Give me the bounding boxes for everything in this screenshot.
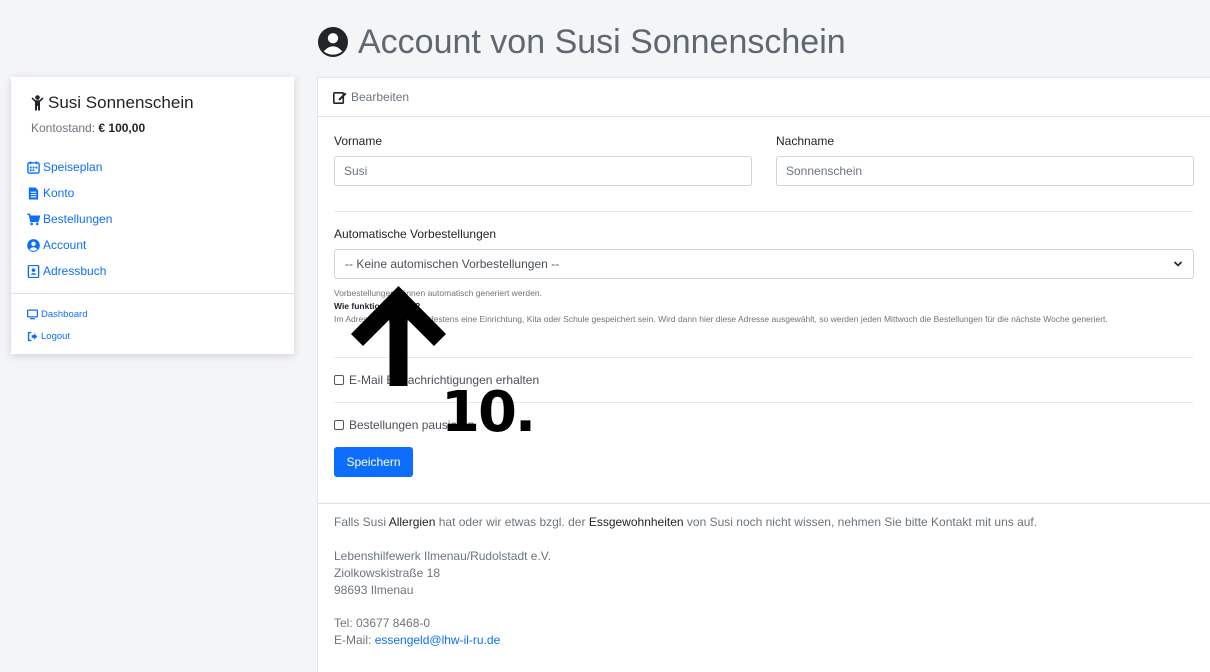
sidebar-nav: Speiseplan Konto Bestellungen Account Ad… xyxy=(27,154,112,284)
form-divider xyxy=(334,211,1193,212)
note-allergies: Allergien xyxy=(388,515,436,529)
sidebar-item-label: Logout xyxy=(41,330,71,342)
document-icon xyxy=(28,186,39,200)
firstname-label: Vorname xyxy=(334,134,383,148)
preorder-label: Automatische Vorbestellungen xyxy=(334,227,497,241)
lastname-input[interactable]: Sonnenschein xyxy=(776,156,1194,186)
cart-icon xyxy=(27,213,40,225)
calendar-icon xyxy=(27,160,40,174)
sidebar-item-label: Dashboard xyxy=(41,308,88,320)
sidebar-item-logout[interactable]: Logout xyxy=(27,325,87,347)
user-name: Susi Sonnenschein xyxy=(31,93,194,113)
user-circle-icon xyxy=(318,27,348,57)
edit-icon xyxy=(333,91,347,104)
help-line-3: Im Adressbuch muss mindestens eine Einri… xyxy=(334,314,1108,324)
card-header-text: Bearbeiten xyxy=(351,90,410,104)
sidebar-item-adressbuch[interactable]: Adressbuch xyxy=(27,258,112,284)
preorder-help: Vorbestellungen können automatisch gener… xyxy=(334,287,1199,326)
sidebar-item-konto[interactable]: Konto xyxy=(27,180,112,206)
address-book-icon xyxy=(27,264,40,278)
org-name: Lebenshilfewerk Ilmenau/Rudolstadt e.V. xyxy=(334,549,552,563)
user-circle-icon xyxy=(27,238,40,252)
firstname-input[interactable]: Susi xyxy=(334,156,752,186)
page-title-text: Account von Susi Sonnenschein xyxy=(358,22,846,61)
sidebar-item-speiseplan[interactable]: Speiseplan xyxy=(27,154,112,180)
lastname-label: Nachname xyxy=(776,134,835,148)
org-street: Ziolkowskistraße 18 xyxy=(334,566,441,580)
preorder-select[interactable]: -- Keine automischen Vorbestellungen -- xyxy=(334,249,1194,279)
card-header: Bearbeiten xyxy=(318,78,1210,117)
balance-value: € 100,00 xyxy=(98,121,146,135)
chevron-down-icon xyxy=(1173,261,1183,267)
org-address: Lebenshilfewerk Ilmenau/Rudolstadt e.V. … xyxy=(334,548,551,599)
org-phone: Tel: 03677 8468-0 xyxy=(334,616,431,630)
sidebar-item-label: Speiseplan xyxy=(43,160,103,174)
sidebar-item-label: Account xyxy=(43,238,87,252)
org-contact: Tel: 03677 8468-0 E-Mail: essengeld@lhw-… xyxy=(334,615,500,649)
annotation-arrow-up-icon xyxy=(351,286,446,386)
note-habits: Essgewohnheiten xyxy=(588,515,684,529)
form-divider xyxy=(334,357,1193,358)
monitor-icon xyxy=(27,309,38,319)
sidebar-item-label: Adressbuch xyxy=(43,264,107,278)
child-icon xyxy=(31,95,44,111)
user-name-text: Susi Sonnenschein xyxy=(48,93,194,112)
preorder-select-value: -- Keine automischen Vorbestellungen -- xyxy=(345,257,560,271)
logout-icon xyxy=(27,331,38,341)
sidebar-item-account[interactable]: Account xyxy=(27,232,112,258)
sidebar-secondary-nav: Dashboard Logout xyxy=(27,303,87,347)
sidebar: Susi Sonnenschein Kontostand: € 100,00 S… xyxy=(11,77,294,354)
balance-label: Kontostand: xyxy=(31,121,96,135)
org-city: 98693 Ilmenau xyxy=(334,583,414,597)
note-mid: hat oder wir etwas bzgl. der xyxy=(438,515,586,529)
note-post: von Susi noch nicht wissen, nehmen Sie b… xyxy=(686,515,1038,529)
help-line-1: Vorbestellungen können automatisch gener… xyxy=(334,288,542,298)
sidebar-item-dashboard[interactable]: Dashboard xyxy=(27,303,87,325)
email-link[interactable]: essengeld@lhw-il-ru.de xyxy=(375,633,501,647)
email-label: E-Mail: xyxy=(334,633,372,647)
note-pre: Falls Susi xyxy=(334,515,387,529)
sidebar-item-label: Bestellungen xyxy=(43,212,113,226)
page-title: Account von Susi Sonnenschein xyxy=(318,22,846,62)
sidebar-item-label: Konto xyxy=(43,186,75,200)
annotation-number: 10. xyxy=(441,380,536,445)
checkbox-box[interactable] xyxy=(334,420,344,430)
sidebar-divider xyxy=(11,293,294,294)
checkbox-box[interactable] xyxy=(334,375,344,385)
balance: Kontostand: € 100,00 xyxy=(31,121,145,135)
card-divider xyxy=(318,503,1210,504)
sidebar-item-bestellungen[interactable]: Bestellungen xyxy=(27,206,112,232)
save-button[interactable]: Speichern xyxy=(334,447,413,477)
contact-note: Falls Susi Allergien hat oder wir etwas … xyxy=(334,514,1037,531)
